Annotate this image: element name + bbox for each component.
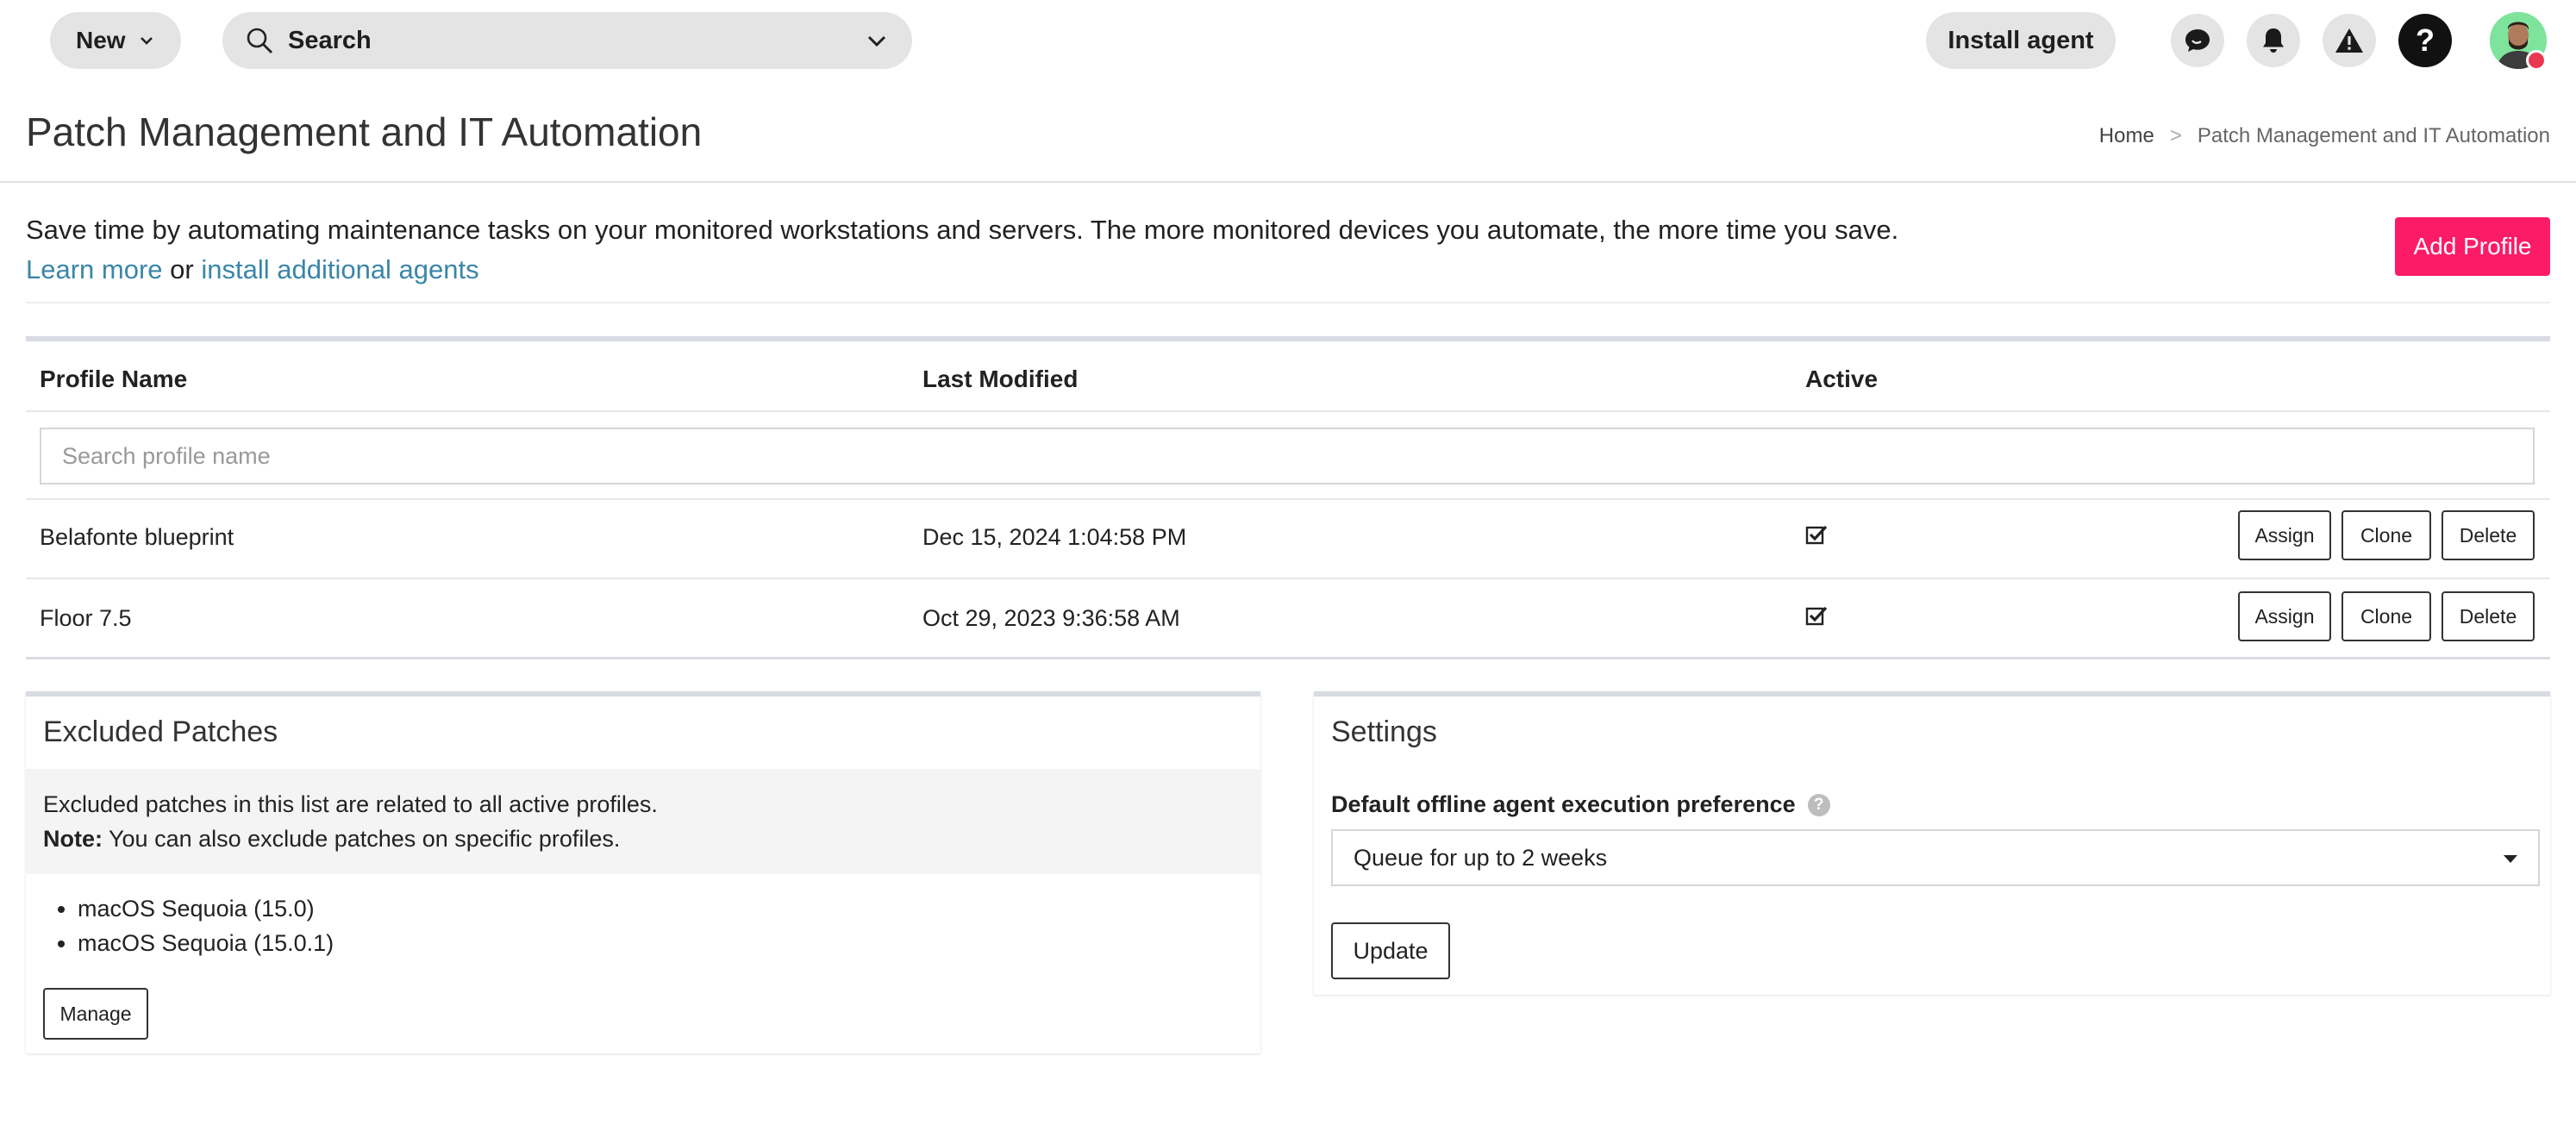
new-button-label: New [76, 27, 126, 53]
alerts-button[interactable] [2323, 14, 2376, 67]
search-icon [247, 28, 272, 53]
install-agent-button[interactable]: Install agent [1926, 12, 2116, 69]
clone-button[interactable]: Clone [2342, 591, 2431, 641]
intro-text: Save time by automating maintenance task… [26, 210, 2354, 290]
intro-or: or [170, 254, 194, 284]
assign-button[interactable]: Assign [2238, 591, 2331, 641]
offline-preference-label: Default offline agent execution preferen… [1331, 791, 1830, 818]
global-search[interactable]: Search [222, 12, 912, 69]
assign-button[interactable]: Assign [2238, 510, 2331, 560]
settings-panel: Settings Default offline agent execution… [1314, 691, 2550, 995]
page-title: Patch Management and IT Automation [26, 109, 703, 154]
excluded-note: Note: You can also exclude patches on sp… [43, 826, 620, 853]
breadcrumb-home[interactable]: Home [2099, 124, 2154, 148]
chat-button[interactable] [2171, 14, 2224, 67]
search-profile-placeholder: Search profile name [62, 442, 271, 469]
last-modified: Dec 15, 2024 1:04:58 PM [922, 524, 1187, 550]
profile-name-link[interactable]: Belafonte blueprint [40, 524, 234, 551]
status-dot [2526, 50, 2547, 71]
table-bottom-border [26, 657, 2550, 659]
update-button[interactable]: Update [1331, 922, 1450, 979]
search-profile-input[interactable]: Search profile name [40, 428, 2535, 484]
excluded-patches-title: Excluded Patches [43, 715, 278, 748]
checkbox-checked-icon [1805, 525, 1828, 545]
header-divider [26, 410, 2550, 412]
excluded-patches-panel: Excluded Patches Excluded patches in thi… [26, 691, 1260, 1053]
column-header-profile-name[interactable]: Profile Name [40, 366, 187, 393]
clone-button[interactable]: Clone [2342, 510, 2431, 560]
column-header-last-modified[interactable]: Last Modified [922, 366, 1078, 393]
breadcrumb: Home > Patch Management and IT Automatio… [2099, 124, 2550, 148]
header-divider [0, 181, 2576, 183]
help-icon[interactable]: ? [1807, 793, 1830, 816]
excluded-note-box: Excluded patches in this list are relate… [26, 769, 1260, 874]
last-modified: Oct 29, 2023 9:36:58 AM [922, 605, 1180, 631]
delete-button[interactable]: Delete [2442, 510, 2535, 560]
breadcrumb-current: Patch Management and IT Automation [2197, 124, 2550, 147]
caret-down-icon [2504, 855, 2517, 863]
bell-icon [2263, 28, 2284, 53]
checkbox-checked-icon [1805, 606, 1828, 626]
note-label: Note: [43, 826, 103, 852]
add-profile-button[interactable]: Add Profile [2395, 217, 2550, 276]
install-agent-label: Install agent [1948, 26, 2094, 54]
intro-divider [26, 302, 2550, 303]
help-icon: ? [2416, 22, 2435, 58]
list-item: macOS Sequoia (15.0) [78, 891, 334, 926]
offline-preference-text: Default offline agent execution preferen… [1331, 791, 1796, 817]
search-label: Search [288, 26, 372, 54]
profile-name-link[interactable]: Floor 7.5 [40, 605, 132, 632]
selected-value: Queue for up to 2 weeks [1354, 844, 1608, 871]
help-button[interactable]: ? [2398, 14, 2452, 67]
delete-button[interactable]: Delete [2442, 591, 2535, 641]
notifications-button[interactable] [2247, 14, 2300, 67]
learn-more-link[interactable]: Learn more [26, 254, 163, 284]
new-button[interactable]: New [50, 12, 181, 69]
warning-icon [2335, 28, 2363, 53]
row-divider [26, 498, 2550, 500]
settings-title: Settings [1331, 715, 1437, 748]
chat-icon [2185, 29, 2210, 52]
excluded-description: Excluded patches in this list are relate… [43, 791, 658, 817]
column-header-active[interactable]: Active [1805, 366, 1878, 393]
offline-preference-select[interactable]: Queue for up to 2 weeks [1331, 829, 2540, 886]
chevron-down-icon [140, 37, 153, 45]
manage-button[interactable]: Manage [43, 988, 148, 1040]
list-item: macOS Sequoia (15.0.1) [78, 926, 334, 960]
excluded-patches-list: macOS Sequoia (15.0) macOS Sequoia (15.0… [43, 891, 334, 960]
intro-description: Save time by automating maintenance task… [26, 215, 1899, 245]
profiles-table: Profile Name Last Modified Active Search… [26, 336, 2550, 659]
chevron-down-icon[interactable] [866, 30, 888, 53]
row-divider [26, 578, 2550, 579]
install-additional-agents-link[interactable]: install additional agents [201, 254, 478, 284]
breadcrumb-separator: > [2169, 124, 2182, 147]
note-text: You can also exclude patches on specific… [109, 826, 621, 852]
